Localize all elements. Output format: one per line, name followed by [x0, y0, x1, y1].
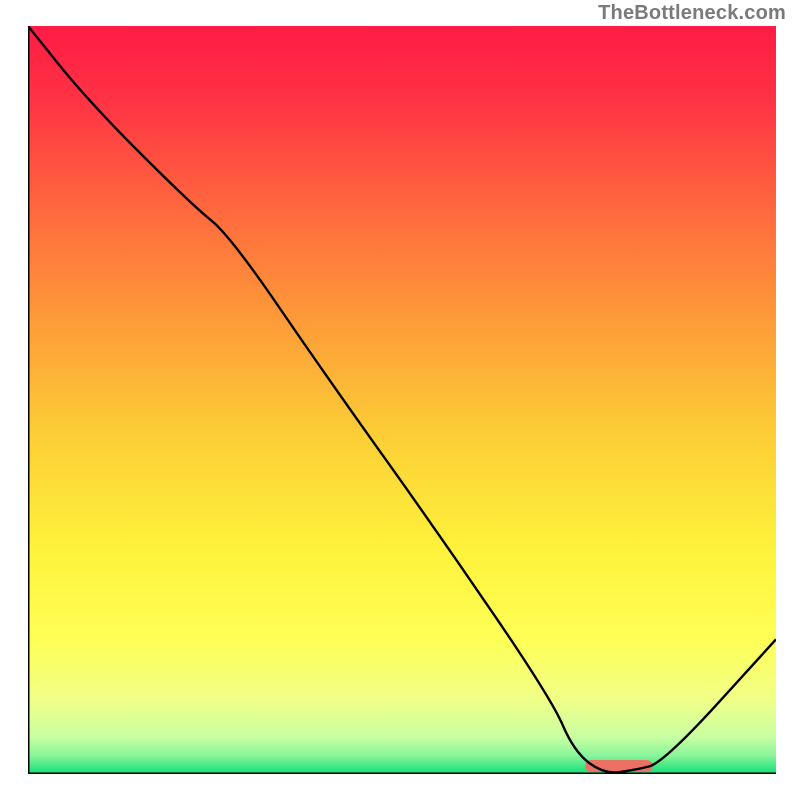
- plot-area: [28, 26, 776, 774]
- plot-svg: [28, 26, 776, 774]
- chart-root: TheBottleneck.com: [0, 0, 800, 800]
- gradient-background: [28, 26, 776, 774]
- attribution-text: TheBottleneck.com: [598, 2, 786, 25]
